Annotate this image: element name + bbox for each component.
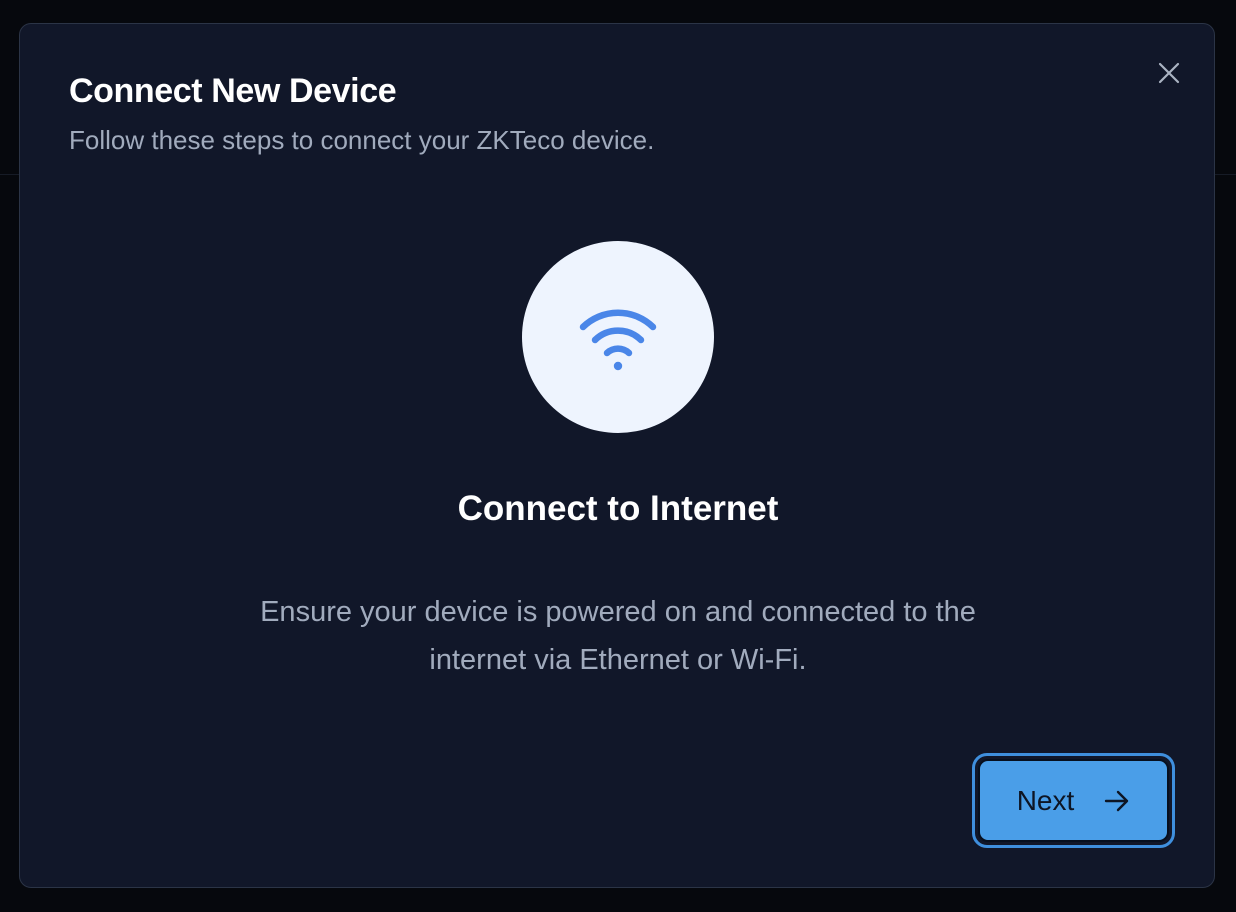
next-button-label: Next (1016, 784, 1075, 816)
dialog-subtitle: Follow these steps to connect your ZKTec… (69, 125, 655, 155)
step-icon-circle (522, 241, 714, 433)
next-button[interactable]: Next (972, 753, 1175, 848)
step-description: Ensure your device is powered on and con… (260, 596, 976, 676)
close-button[interactable] (1154, 58, 1184, 88)
next-button-body[interactable]: Next (978, 759, 1169, 842)
wifi-icon (579, 309, 657, 371)
dialog-title: Connect New Device (69, 72, 397, 110)
connect-device-dialog: Connect New Device Follow these steps to… (19, 23, 1215, 888)
step-title: Connect to Internet (457, 489, 779, 528)
arrow-right-icon (1104, 790, 1130, 812)
close-icon[interactable] (1158, 62, 1180, 84)
